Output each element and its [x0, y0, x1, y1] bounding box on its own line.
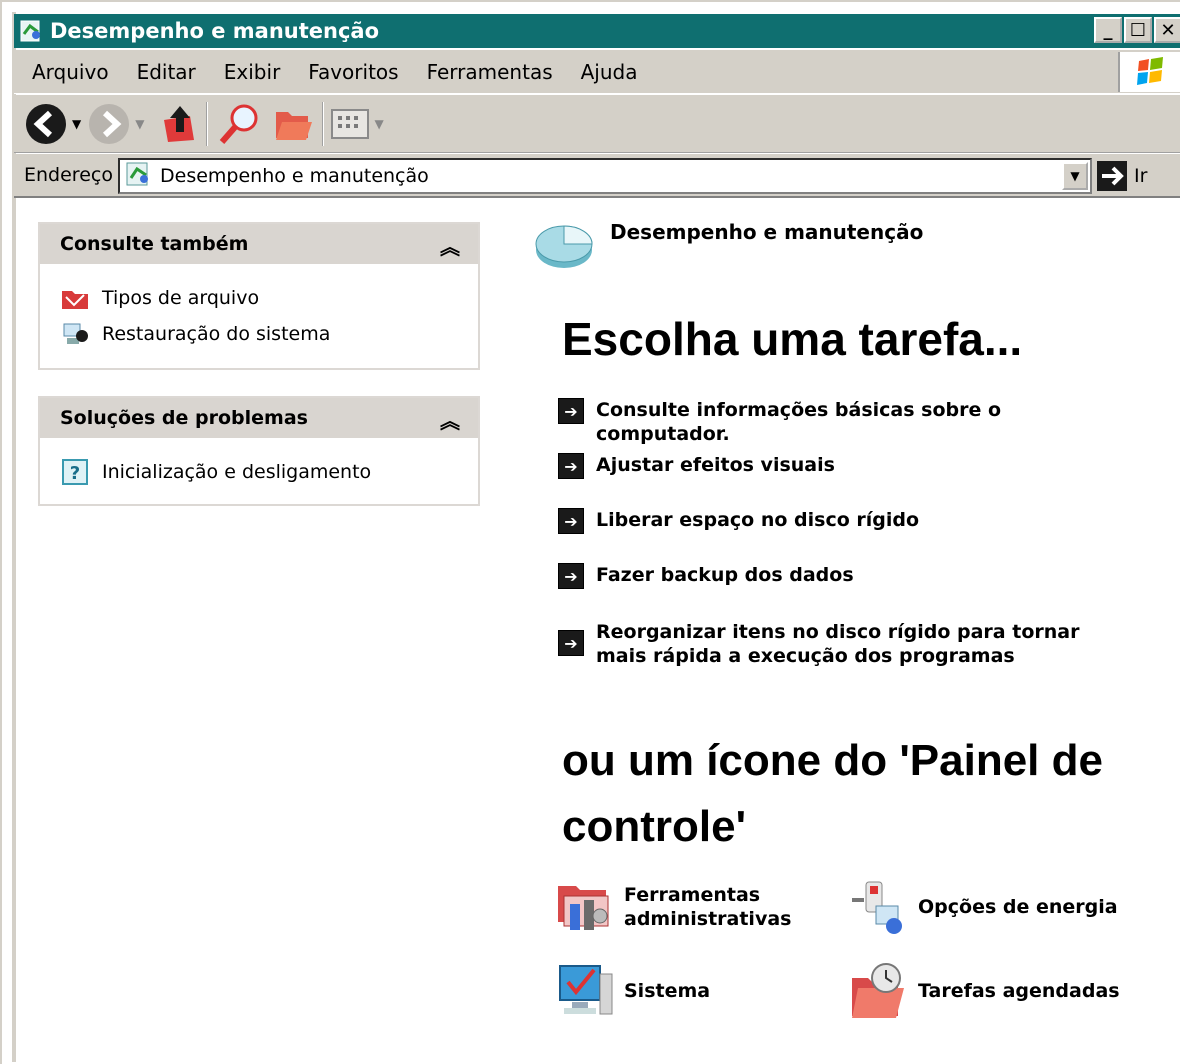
admin-tools-icon — [558, 886, 609, 930]
views-icon — [331, 108, 370, 139]
go-button[interactable]: Ir — [1096, 160, 1147, 192]
menu-editar[interactable]: Editar — [123, 60, 210, 84]
task-label: Reorganizar itens no disco rígido para t… — [596, 621, 1080, 667]
explorer-window: Desempenho e manutenção _ ☐ ✕ Arquivo Ed… — [0, 0, 1180, 1064]
task-arrow-icon: ➔ — [558, 508, 584, 534]
link-label: Restauração do sistema — [102, 323, 331, 345]
link-system-restore[interactable]: Restauração do sistema — [60, 316, 478, 352]
help-icon: ? — [60, 458, 90, 486]
cp-scheduled-tasks[interactable]: Tarefas agendadas — [848, 960, 1120, 1022]
cp-system[interactable]: Sistema — [554, 960, 710, 1022]
performance-folder-icon — [18, 18, 44, 44]
see-also-title: Consulte também — [60, 233, 249, 255]
performance-folder-icon — [124, 160, 152, 192]
toolbar-separator — [206, 101, 209, 146]
cp-label: Tarefas agendadas — [918, 980, 1120, 1002]
control-panel-heading: ou um ícone do 'Painel de controle' — [562, 736, 1103, 851]
task-label: Liberar espaço no disco rígido — [596, 509, 920, 531]
forward-arrow-icon — [89, 103, 130, 144]
file-types-icon — [60, 284, 90, 312]
troubleshoot-title: Soluções de problemas — [60, 407, 308, 429]
task-label: Fazer backup dos dados — [596, 564, 854, 586]
cp-label: Sistema — [624, 980, 711, 1002]
performance-pie-icon — [532, 214, 598, 276]
go-arrow-icon — [1097, 161, 1127, 191]
back-arrow-icon — [26, 103, 66, 144]
choose-task-heading: Escolha uma tarefa... — [562, 313, 1023, 365]
scheduled-tasks-icon — [852, 963, 904, 1018]
back-dropdown-icon[interactable]: ▼ — [72, 117, 81, 131]
task-link[interactable]: ➔ Reorganizar itens no disco rígido para… — [558, 620, 1136, 668]
menu-exibir[interactable]: Exibir — [210, 60, 295, 84]
task-arrow-icon: ➔ — [558, 453, 584, 479]
search-icon — [220, 104, 258, 144]
forward-button[interactable] — [87, 99, 131, 149]
link-label: Tipos de arquivo — [102, 287, 260, 309]
up-folder-icon — [164, 105, 195, 142]
search-button[interactable] — [214, 99, 262, 149]
window-title: Desempenho e manutenção — [50, 19, 379, 43]
close-button[interactable]: ✕ — [1154, 17, 1180, 43]
collapse-chevron-icon[interactable]: ︽ — [440, 405, 460, 434]
windows-logo-icon — [1118, 52, 1180, 92]
task-arrow-icon: ➔ — [558, 563, 584, 589]
task-label: Ajustar efeitos visuais — [596, 454, 835, 476]
forward-dropdown-icon[interactable]: ▼ — [135, 117, 144, 131]
task-link[interactable]: ➔ Liberar espaço no disco rígido — [558, 508, 919, 534]
address-input[interactable]: Desempenho e manutenção ▼ — [118, 158, 1092, 194]
title-bar[interactable]: Desempenho e manutenção _ ☐ ✕ — [14, 14, 1180, 48]
category-heading: Desempenho e manutenção — [532, 214, 923, 276]
up-folder-button[interactable] — [160, 99, 200, 149]
menu-ferramentas[interactable]: Ferramentas — [413, 60, 567, 84]
task-arrow-icon: ➔ — [558, 630, 584, 656]
address-bar: Endereço Desempenho e manutenção ▼ Ir — [14, 154, 1180, 198]
link-label: Inicialização e desligamento — [102, 461, 372, 483]
back-button[interactable] — [24, 99, 68, 149]
menu-favoritos[interactable]: Favoritos — [294, 60, 412, 84]
views-dropdown-icon[interactable]: ▼ — [374, 117, 383, 131]
cp-label: Opções de energia — [918, 896, 1118, 918]
address-label: Endereço — [24, 164, 113, 186]
minimize-button[interactable]: _ — [1094, 17, 1122, 43]
troubleshoot-header[interactable]: Soluções de problemas ︽ — [40, 398, 478, 438]
go-label: Ir — [1134, 165, 1148, 187]
system-restore-icon — [60, 320, 90, 348]
menu-bar: Arquivo Editar Exibir Favoritos Ferramen… — [14, 50, 1180, 94]
address-value: Desempenho e manutenção — [160, 165, 429, 187]
task-link[interactable]: ➔ Fazer backup dos dados — [558, 563, 854, 589]
menu-ajuda[interactable]: Ajuda — [567, 60, 652, 84]
maximize-button[interactable]: ☐ — [1124, 17, 1152, 43]
troubleshoot-panel: Soluções de problemas ︽ ? Inicialização … — [38, 396, 480, 506]
toolbar: ▼ ▼ ▼ — [14, 95, 1180, 153]
collapse-chevron-icon[interactable]: ︽ — [440, 231, 460, 260]
link-startup-shutdown[interactable]: ? Inicialização e desligamento — [60, 454, 478, 490]
task-arrow-icon: ➔ — [558, 398, 584, 424]
cp-power-options[interactable]: Opções de energia — [848, 876, 1118, 938]
folders-button[interactable] — [272, 99, 316, 149]
svg-text:?: ? — [70, 463, 80, 484]
menu-arquivo[interactable]: Arquivo — [14, 60, 123, 84]
folders-icon — [276, 111, 313, 140]
address-dropdown-icon[interactable]: ▼ — [1062, 162, 1088, 190]
link-file-types[interactable]: Tipos de arquivo — [60, 280, 478, 316]
system-icon — [559, 965, 613, 1015]
see-also-panel: Consulte também ︽ Tipos de arquivo Resta… — [38, 222, 480, 370]
task-link[interactable]: ➔ Ajustar efeitos visuais — [558, 453, 835, 479]
task-label: Consulte informações básicas sobre o com… — [596, 399, 1002, 445]
toolbar-separator — [322, 101, 325, 146]
power-options-icon — [852, 881, 902, 934]
section-title: Desempenho e manutenção — [610, 220, 924, 244]
views-button[interactable] — [330, 99, 370, 149]
see-also-header[interactable]: Consulte também ︽ — [40, 224, 478, 264]
cp-admin-tools[interactable]: Ferramentas administrativas — [554, 876, 804, 938]
cp-label: Ferramentas administrativas — [624, 884, 792, 930]
task-link[interactable]: ➔ Consulte informações básicas sobre o c… — [558, 398, 1136, 446]
